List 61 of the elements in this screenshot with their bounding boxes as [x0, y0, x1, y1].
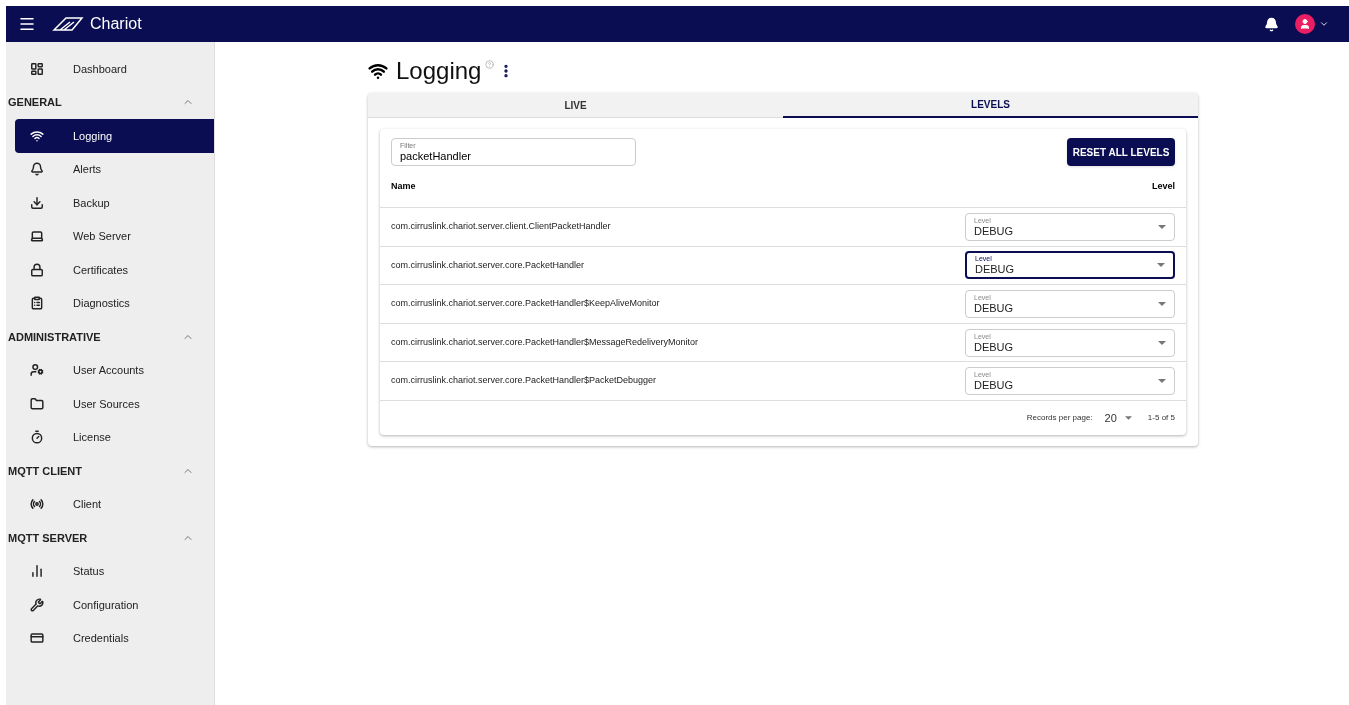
sidebar-item[interactable]: Logging: [15, 119, 214, 153]
folder-icon: [29, 396, 45, 411]
sidebar-item[interactable]: Certificates: [15, 253, 214, 287]
caret-icon: [1319, 19, 1329, 29]
tab[interactable]: LIVE: [368, 93, 783, 118]
section-header: MQTT CLIENT: [8, 463, 82, 479]
section-header: MQTT SERVER: [8, 530, 88, 546]
sidebar-item[interactable]: Dashboard: [15, 52, 214, 86]
per-page-select[interactable]: 20: [1104, 409, 1132, 427]
logger-name: com.cirruslink.chariot.server.client.ClientPacketHandler: [391, 220, 611, 234]
dashboard-icon: [29, 61, 45, 76]
stopwatch-icon: [29, 430, 45, 445]
signal-icon: [29, 497, 45, 512]
lock-icon: [29, 262, 45, 277]
sidebar-item[interactable]: Web Server: [15, 219, 214, 253]
sidebar-item[interactable]: User Accounts: [15, 353, 214, 387]
logger-name: com.cirruslink.chariot.server.core.PacketHandler$PacketDebugger: [391, 374, 657, 388]
laptop-icon: [29, 229, 45, 244]
sidebar-item[interactable]: User Sources: [15, 387, 214, 421]
sidebar-item[interactable]: Diagnostics: [15, 286, 214, 320]
dropdown-icon: [1158, 224, 1166, 229]
logo-icon: [52, 16, 86, 32]
wrench-icon: [29, 597, 45, 612]
section-header: ADMINISTRATIVE: [8, 329, 101, 345]
sidebar-item[interactable]: License: [15, 420, 214, 454]
user-gear-icon: [29, 363, 45, 378]
avatar-icon: [1295, 14, 1315, 34]
dropdown-icon: [1158, 379, 1166, 384]
page-title: Logging: [396, 56, 482, 86]
brand-name: Chariot: [90, 14, 142, 34]
tab[interactable]: LEVELS: [783, 93, 1198, 118]
records-per-page-label: Records per page:: [1026, 411, 1093, 424]
notifications-icon[interactable]: [1264, 16, 1279, 32]
reset-all-levels-button[interactable]: RESET ALL LEVELS: [1067, 138, 1175, 166]
wifi-icon: [29, 128, 45, 143]
bar-chart-icon: [29, 564, 45, 579]
dropdown-icon: [1157, 263, 1165, 268]
sidebar-item[interactable]: Credentials: [15, 621, 214, 655]
sidebar-item[interactable]: Configuration: [15, 588, 214, 622]
column-header: Name: [391, 179, 416, 193]
logger-name: com.cirruslink.chariot.server.core.PacketHandler: [391, 258, 585, 272]
sidebar-item[interactable]: Backup: [15, 186, 214, 220]
bell-icon: [29, 162, 45, 177]
download-icon: [29, 195, 45, 210]
sidebar-item[interactable]: Alerts: [15, 152, 214, 186]
logger-name: com.cirruslink.chariot.server.core.PacketHandler$MessageRedeliveryMonitor: [391, 335, 699, 349]
dropdown-icon: [1124, 415, 1132, 420]
card-icon: [29, 631, 45, 646]
column-header: Level: [1152, 179, 1175, 193]
wifi-icon: [368, 61, 388, 81]
dropdown-icon: [1158, 340, 1166, 345]
logger-name: com.cirruslink.chariot.server.core.PacketHandler$KeepAliveMonitor: [391, 297, 660, 311]
sidebar-item[interactable]: Client: [15, 487, 214, 521]
menu-icon[interactable]: [18, 15, 36, 33]
clipboard-icon: [29, 296, 45, 311]
dropdown-icon: [1158, 302, 1166, 306]
section-header: GENERAL: [8, 95, 62, 110]
help-icon[interactable]: [485, 60, 495, 69]
account-button[interactable]: [1295, 14, 1329, 34]
page-range: 1-5 of 5: [1147, 411, 1175, 424]
sidebar-item[interactable]: Status: [15, 554, 214, 588]
